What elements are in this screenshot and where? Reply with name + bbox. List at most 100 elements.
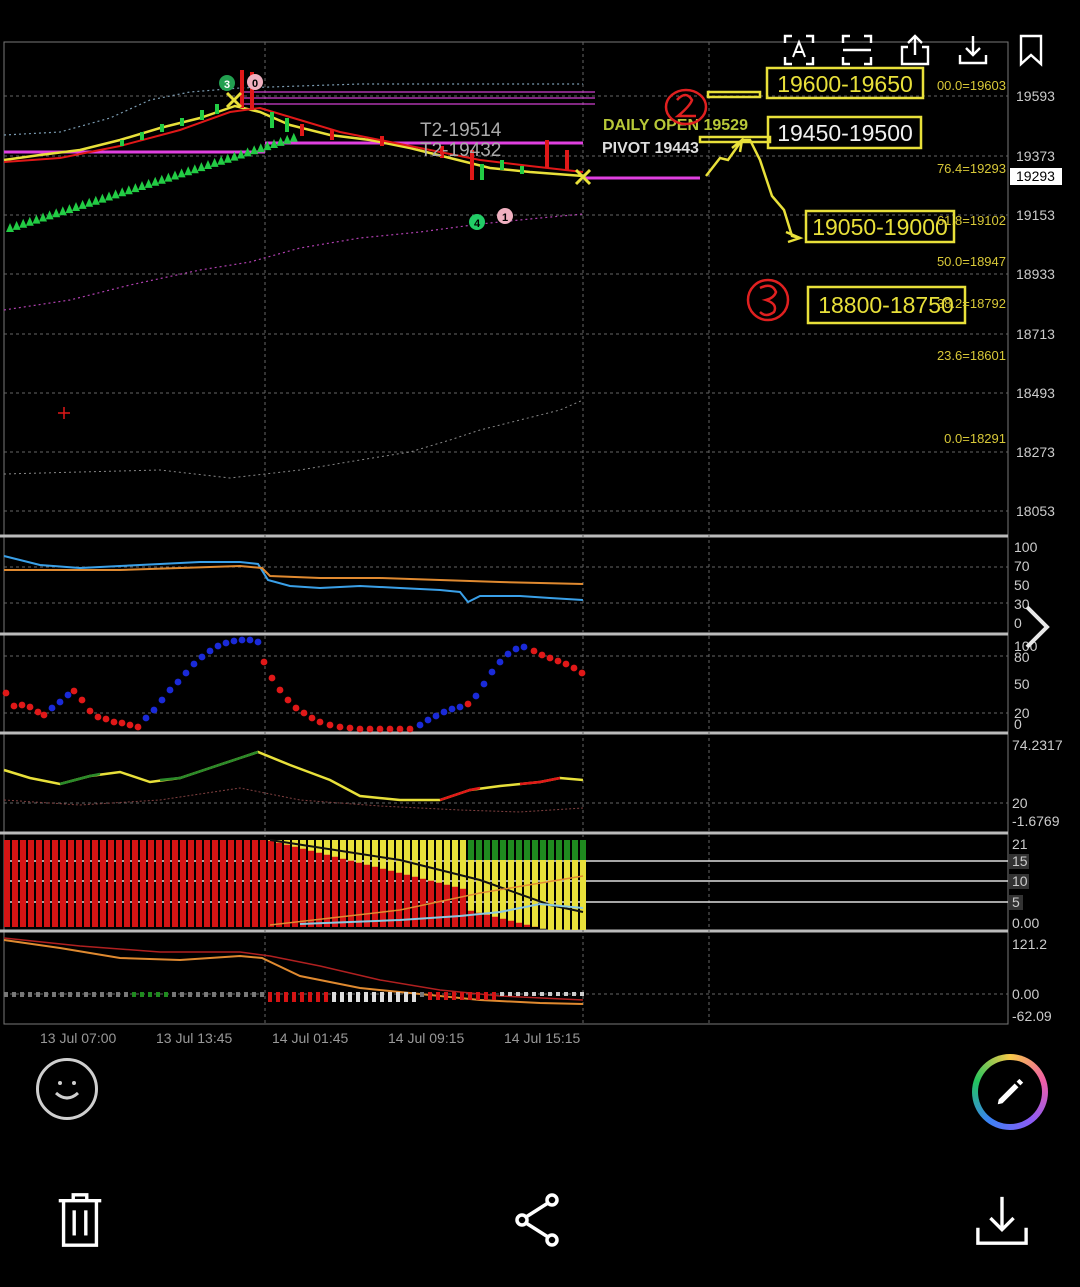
macd-bar bbox=[460, 992, 464, 1000]
macd-bar bbox=[60, 992, 64, 997]
volume-bar bbox=[156, 840, 162, 927]
macd-bar bbox=[284, 992, 288, 1002]
volume-bar bbox=[204, 840, 210, 927]
bookmark-button[interactable] bbox=[1002, 28, 1060, 72]
candle bbox=[140, 132, 144, 140]
volume-bar-yellow bbox=[516, 860, 522, 923]
macd-bar bbox=[204, 992, 208, 997]
macd-bar bbox=[420, 992, 424, 997]
green-arrow-mark bbox=[111, 189, 120, 199]
stochastic-dot bbox=[578, 669, 586, 677]
volume-bar bbox=[140, 840, 146, 927]
stochastic-dot bbox=[126, 721, 134, 729]
green-arrow-mark bbox=[52, 208, 61, 218]
macd-bar bbox=[468, 992, 472, 1000]
price-tick: 19153 bbox=[1016, 207, 1055, 223]
macd-bar bbox=[500, 992, 504, 996]
stochastic-dot bbox=[386, 725, 394, 733]
current-price-tick: 19293 bbox=[1016, 168, 1055, 184]
stochastic-dot bbox=[424, 716, 432, 724]
stochastic-dot bbox=[166, 686, 174, 694]
volume-bar bbox=[188, 840, 194, 927]
candle bbox=[565, 150, 569, 170]
green-arrow-mark bbox=[39, 212, 47, 222]
volume-bar-yellow bbox=[492, 860, 498, 917]
price-tick: 19593 bbox=[1016, 88, 1055, 104]
volume-bar bbox=[260, 840, 266, 927]
next-image-button[interactable] bbox=[1012, 600, 1062, 654]
macd-bar bbox=[396, 992, 400, 1002]
save-download-button[interactable] bbox=[962, 1180, 1042, 1260]
volume-bar bbox=[124, 840, 130, 927]
volume-bar bbox=[180, 840, 186, 927]
volume-bar-yellow bbox=[332, 840, 338, 857]
stochastic-dot bbox=[416, 721, 424, 729]
candle bbox=[180, 118, 184, 126]
macd-bar bbox=[524, 992, 528, 996]
stochastic-dot bbox=[316, 718, 324, 726]
stochastic-dot bbox=[64, 691, 72, 699]
edit-button[interactable] bbox=[972, 1054, 1048, 1130]
macd-bar bbox=[20, 992, 24, 997]
stochastic-dot bbox=[198, 653, 206, 661]
green-arrow-mark bbox=[171, 170, 179, 180]
volume-bar-green bbox=[532, 840, 538, 860]
stochastic-dot bbox=[366, 725, 374, 733]
time-tick: 14 Jul 01:45 bbox=[272, 1030, 348, 1046]
macd-tick: -62.09 bbox=[1012, 1008, 1052, 1024]
text-recognition-button[interactable] bbox=[770, 28, 828, 72]
emoji-button[interactable] bbox=[36, 1058, 98, 1120]
candle bbox=[270, 112, 274, 128]
stochastic-dot bbox=[18, 701, 26, 709]
pencil-icon bbox=[997, 1078, 1024, 1105]
share-upload-button[interactable] bbox=[886, 28, 944, 72]
zone-label-2: 19450-19500 bbox=[777, 120, 913, 146]
stochastic-dot bbox=[432, 712, 440, 720]
volume-bar-green bbox=[516, 840, 522, 860]
scan-button[interactable] bbox=[828, 28, 886, 72]
rsi-line-blue bbox=[3, 555, 584, 604]
stochastic-dot bbox=[292, 704, 300, 712]
macd-bar bbox=[308, 992, 312, 1002]
green-arrow-mark bbox=[283, 134, 292, 144]
candle bbox=[160, 124, 164, 132]
macd-bar bbox=[564, 992, 568, 996]
stochastic-dot bbox=[142, 714, 150, 722]
macd-bar bbox=[188, 992, 192, 997]
edit-button-inner bbox=[978, 1060, 1042, 1124]
macd-bar bbox=[28, 992, 32, 997]
volume-bar bbox=[28, 840, 34, 927]
t2-upper-label: T2-19514 bbox=[420, 120, 502, 141]
stochastic-dot bbox=[10, 702, 18, 710]
green-arrow-mark bbox=[98, 193, 107, 203]
green-arrow-mark bbox=[124, 185, 133, 195]
macd-bar bbox=[332, 992, 336, 1002]
share-button[interactable] bbox=[497, 1180, 577, 1260]
delete-button[interactable] bbox=[40, 1180, 120, 1260]
macd-bar bbox=[100, 992, 104, 997]
zone-label-4: 18800-18750 bbox=[818, 292, 954, 318]
vol-tick: 5 bbox=[1012, 894, 1020, 910]
volume-bar bbox=[92, 840, 98, 927]
volume-bar bbox=[292, 840, 298, 927]
price-tick: 19373 bbox=[1016, 148, 1055, 164]
fib-38: 38.2=18792 bbox=[937, 296, 1006, 311]
adx-di-line bbox=[3, 787, 584, 813]
stochastic-dot bbox=[238, 636, 246, 644]
stochastic-dot bbox=[472, 692, 480, 700]
candle bbox=[520, 166, 524, 174]
volume-bar-yellow bbox=[532, 860, 538, 927]
macd-bar bbox=[492, 992, 496, 1000]
macd-bar bbox=[252, 992, 256, 997]
green-arrow-mark bbox=[72, 202, 80, 211]
volume-bar bbox=[252, 840, 258, 927]
price-candles bbox=[120, 70, 569, 180]
download-button[interactable] bbox=[944, 28, 1002, 72]
volume-bar-yellow bbox=[524, 860, 530, 925]
stochastic-dot bbox=[268, 674, 276, 682]
stochastic-dot bbox=[94, 713, 102, 721]
volume-bar bbox=[268, 840, 274, 927]
trading-chart: 3 0 4 1 T2-19514 T2-19432 DAILY OPEN 195… bbox=[0, 0, 1080, 1055]
volume-bar bbox=[20, 840, 26, 927]
macd-bar bbox=[180, 992, 184, 997]
